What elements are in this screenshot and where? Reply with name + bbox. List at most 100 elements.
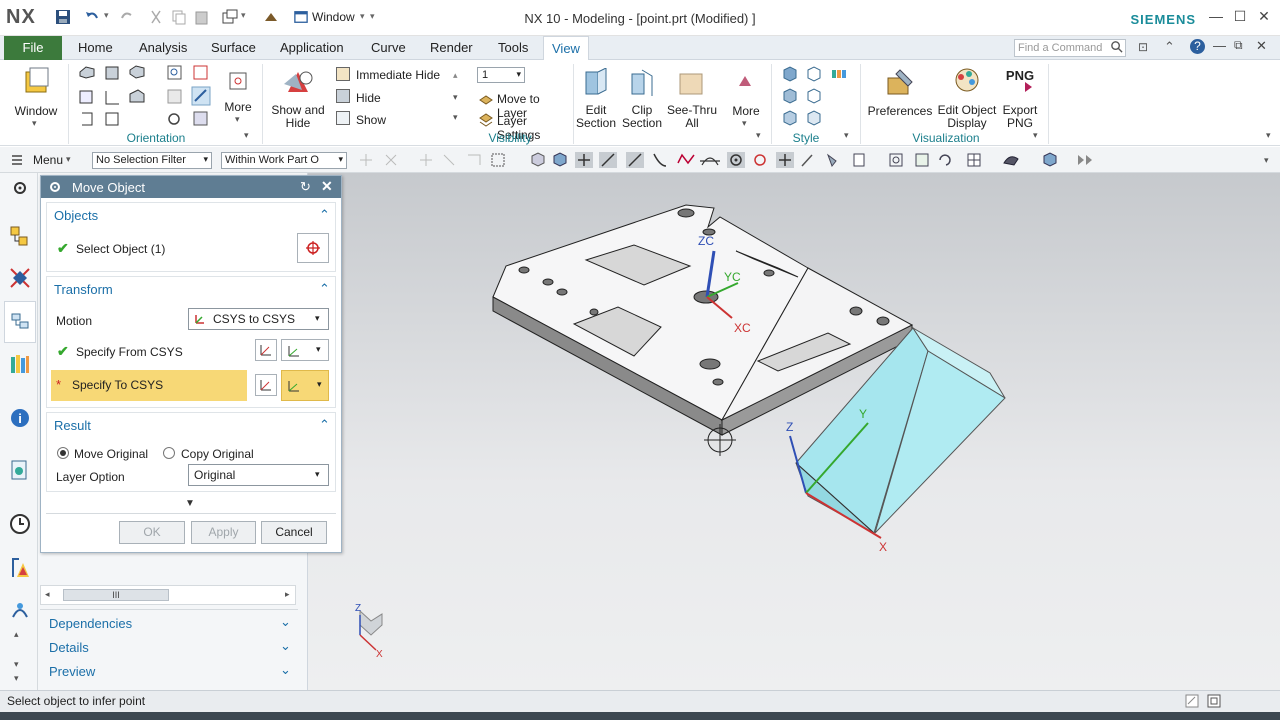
- export-png-button[interactable]: PNG Export PNG: [998, 64, 1042, 130]
- tab-analysis[interactable]: Analysis: [131, 36, 195, 60]
- minimize-button[interactable]: —: [1206, 8, 1226, 28]
- result-header[interactable]: Result: [54, 418, 91, 433]
- edit-object-display-button[interactable]: Edit Object Display: [935, 64, 997, 130]
- style-icons[interactable]: [780, 66, 850, 126]
- menu-button[interactable]: Menu ▾: [8, 151, 80, 169]
- process-studio-icon[interactable]: [9, 557, 31, 579]
- edit-section-button[interactable]: Edit Section: [574, 64, 618, 130]
- tab-surface[interactable]: Surface: [203, 36, 264, 60]
- ribbon-options-icon[interactable]: ▾: [1266, 130, 1271, 141]
- selection-scope-select[interactable]: Within Work Part O ▾: [221, 152, 347, 169]
- snap-point-icons[interactable]: [356, 151, 1116, 169]
- group-expand-icon[interactable]: ▾: [756, 130, 761, 141]
- clip-section-button[interactable]: Clip Section: [620, 64, 664, 130]
- show-and-hide-button[interactable]: Show and Hide: [268, 64, 328, 130]
- section-more-button[interactable]: More ▾: [724, 64, 768, 128]
- details-panel[interactable]: Details ⌄: [40, 637, 298, 659]
- close-window-button[interactable]: ✕: [1254, 8, 1274, 28]
- preferences-button[interactable]: Preferences: [866, 64, 934, 128]
- tab-application[interactable]: Application: [272, 36, 352, 60]
- scrollbar-thumb[interactable]: III: [63, 589, 169, 601]
- scroll-right-icon[interactable]: ▸: [285, 589, 290, 600]
- reuse-library-icon[interactable]: [9, 353, 31, 375]
- objects-header[interactable]: Objects: [54, 208, 98, 223]
- dialog-title-bar[interactable]: Move Object ↻ ✕: [41, 176, 341, 198]
- scroll-up-icon[interactable]: ▴: [453, 70, 458, 81]
- copy-original-radio[interactable]: Copy Original: [163, 446, 273, 462]
- graphics-window[interactable]: ZC YC XC Z Y X Z X: [308, 173, 1280, 690]
- orientation-icons[interactable]: [78, 64, 218, 128]
- part-navigator-tab[interactable]: [4, 301, 36, 343]
- transform-header[interactable]: Transform: [54, 282, 113, 297]
- maximize-button[interactable]: ☐: [1230, 8, 1250, 28]
- selection-filter-select[interactable]: No Selection Filter ▾: [92, 152, 212, 169]
- ok-button[interactable]: OK: [119, 521, 185, 544]
- scroll-down-icon[interactable]: ▾: [14, 659, 19, 670]
- gear-icon[interactable]: [9, 177, 31, 199]
- tab-home[interactable]: Home: [70, 36, 121, 60]
- help-icon[interactable]: ?: [1190, 39, 1205, 54]
- group-expand-icon[interactable]: ▾: [1033, 130, 1038, 141]
- tab-render[interactable]: Render: [422, 36, 481, 60]
- see-thru-all-button[interactable]: See-Thru All: [666, 64, 718, 130]
- tab-tools[interactable]: Tools: [490, 36, 536, 60]
- reset-icon[interactable]: ↻: [300, 179, 311, 195]
- roles-icon[interactable]: [9, 599, 31, 621]
- move-object-dialog: Move Object ↻ ✕ Objects ⌃ ✔ Select Objec…: [40, 175, 342, 553]
- orientation-more-button[interactable]: More ▾: [221, 68, 255, 132]
- motion-select[interactable]: CSYS to CSYS ▾: [188, 308, 329, 330]
- move-original-radio[interactable]: Move Original: [57, 446, 157, 462]
- move-to-layer-button[interactable]: Move to Layer: [477, 89, 569, 120]
- dependencies-panel[interactable]: Dependencies ⌄: [40, 613, 298, 635]
- preview-label: Preview: [49, 664, 96, 679]
- toolbar-options-icon[interactable]: ▾: [1264, 155, 1269, 166]
- close-icon[interactable]: ✕: [321, 178, 333, 195]
- constraint-navigator-icon[interactable]: [9, 267, 31, 289]
- window-button[interactable]: Window ▾: [8, 64, 64, 128]
- scroll-up-icon[interactable]: ▴: [14, 629, 19, 640]
- collapse-icon[interactable]: ⌃: [319, 281, 330, 297]
- doc-close-button[interactable]: ✕: [1256, 38, 1267, 54]
- more-label: More: [224, 100, 252, 114]
- history-palette-icon[interactable]: [9, 459, 31, 481]
- web-browser-icon[interactable]: i: [9, 407, 31, 429]
- from-csys-dialog-button[interactable]: [255, 339, 277, 361]
- group-expand-icon[interactable]: ▾: [244, 130, 249, 141]
- to-csys-dialog-button[interactable]: [255, 374, 277, 396]
- group-expand-icon[interactable]: ▾: [844, 130, 849, 141]
- apply-button[interactable]: Apply: [191, 521, 256, 544]
- assembly-navigator-icon[interactable]: [9, 225, 31, 247]
- collapse-icon[interactable]: ⌃: [319, 207, 330, 223]
- selection-status-icon[interactable]: [1185, 694, 1199, 708]
- specify-to-csys-row[interactable]: * Specify To CSYS: [51, 370, 247, 401]
- search-icon[interactable]: [1110, 40, 1123, 53]
- chevron-down-icon[interactable]: ▾: [453, 92, 458, 103]
- tab-view[interactable]: View: [543, 36, 589, 60]
- expand-icon[interactable]: ▾: [453, 112, 458, 123]
- layer-option-select[interactable]: Original ▾: [188, 464, 329, 486]
- tab-file[interactable]: File: [4, 36, 62, 60]
- show-button[interactable]: Show: [334, 110, 454, 128]
- clock-icon[interactable]: [9, 513, 31, 535]
- hide-button[interactable]: Hide: [334, 88, 454, 106]
- doc-minimize-button[interactable]: —: [1213, 38, 1226, 53]
- scroll-left-icon[interactable]: ◂: [45, 589, 50, 600]
- more-options-icon[interactable]: ▼: [185, 498, 195, 509]
- full-screen-icon[interactable]: [1207, 694, 1221, 708]
- collapse-ribbon-icon[interactable]: ⌃: [1164, 39, 1175, 55]
- collapse-icon[interactable]: ⌃: [319, 417, 330, 433]
- from-csys-inferred-button[interactable]: ▾: [281, 339, 329, 361]
- horizontal-scrollbar[interactable]: ◂ III ▸: [40, 585, 296, 605]
- work-layer-select[interactable]: 1 ▾: [477, 67, 525, 83]
- select-object-button[interactable]: [297, 233, 329, 263]
- layer-settings-button[interactable]: Layer Settings: [477, 111, 569, 142]
- doc-restore-button[interactable]: ⧉: [1234, 38, 1243, 53]
- cancel-button[interactable]: Cancel: [261, 521, 327, 544]
- expand-icon[interactable]: ▾: [14, 673, 19, 684]
- model-scene[interactable]: [308, 173, 1280, 690]
- preview-panel[interactable]: Preview ⌄: [40, 661, 298, 683]
- immediate-hide-button[interactable]: Immediate Hide: [334, 66, 454, 84]
- resource-bar-icon[interactable]: ⊡: [1138, 40, 1148, 54]
- tab-curve[interactable]: Curve: [363, 36, 414, 60]
- to-csys-inferred-button[interactable]: ▾: [281, 370, 329, 401]
